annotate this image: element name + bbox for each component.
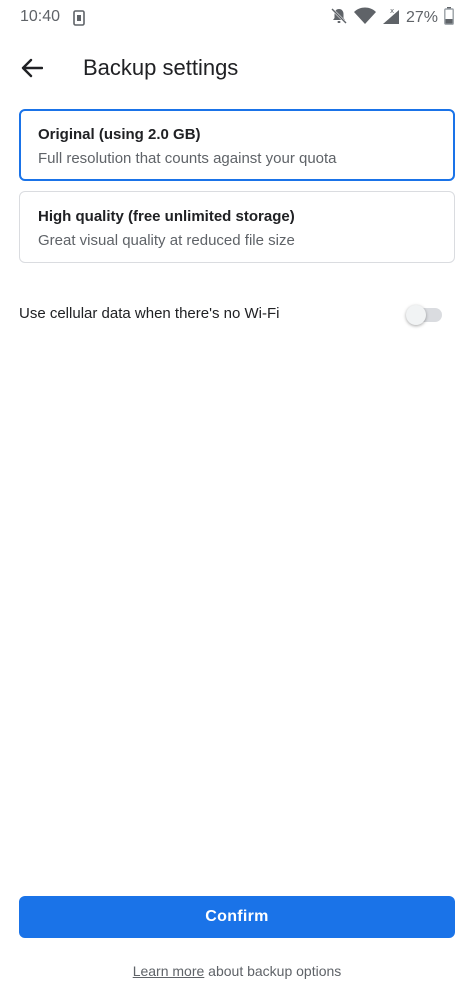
- toggle-thumb: [406, 305, 426, 325]
- sim-card-icon: [72, 10, 86, 26]
- option-high-quality-title: High quality (free unlimited storage): [38, 208, 295, 225]
- app-bar: Backup settings: [0, 44, 474, 92]
- status-icons: x 27%: [330, 6, 454, 30]
- footer-learn-more: Learn more about backup options: [0, 963, 474, 979]
- confirm-button[interactable]: Confirm: [19, 896, 455, 938]
- status-bar: 10:40 x 27%: [0, 0, 474, 36]
- cellular-data-toggle[interactable]: [406, 305, 442, 325]
- battery-icon: [444, 6, 454, 30]
- option-original[interactable]: Original (using 2.0 GB) Full resolution …: [19, 109, 455, 181]
- page-title: Backup settings: [83, 55, 239, 80]
- arrow-left-icon: [21, 58, 43, 78]
- back-button[interactable]: [16, 54, 48, 82]
- footer-text: about backup options: [204, 963, 342, 979]
- option-original-title: Original (using 2.0 GB): [38, 126, 201, 143]
- cellular-data-label: Use cellular data when there's no Wi-Fi: [19, 305, 280, 322]
- option-high-quality[interactable]: High quality (free unlimited storage) Gr…: [19, 191, 455, 263]
- cellular-data-row: Use cellular data when there's no Wi-Fi: [0, 294, 474, 334]
- status-time: 10:40: [20, 8, 61, 25]
- learn-more-link[interactable]: Learn more: [133, 963, 205, 979]
- svg-text:x: x: [390, 7, 394, 15]
- option-original-description: Full resolution that counts against your…: [38, 150, 337, 167]
- backup-settings-screen: 10:40 x 27% Backup settings Original (us…: [0, 0, 474, 1000]
- bell-off-icon: [330, 7, 348, 30]
- wifi-icon: [353, 7, 376, 30]
- signal-icon: x: [382, 7, 400, 30]
- battery-percent: 27%: [405, 9, 438, 26]
- option-high-quality-description: Great visual quality at reduced file siz…: [38, 232, 295, 249]
